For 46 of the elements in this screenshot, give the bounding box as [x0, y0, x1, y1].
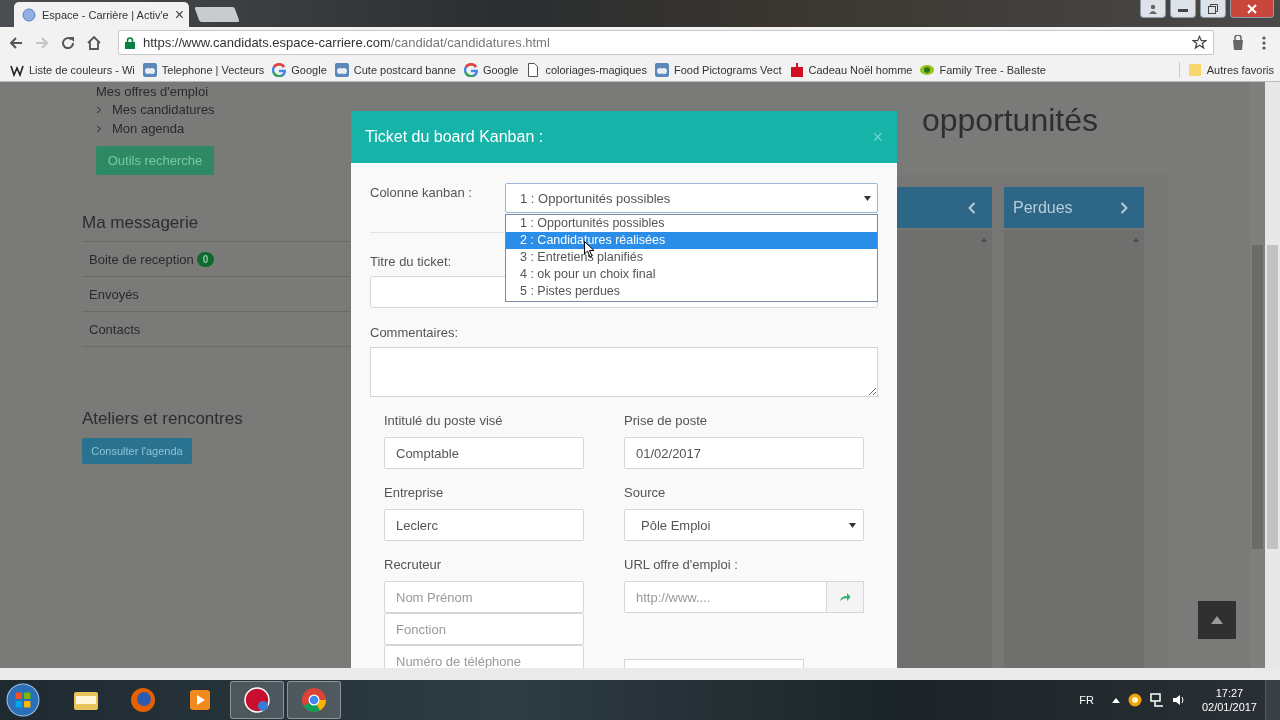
- bookmark[interactable]: Google: [272, 62, 327, 77]
- field-label: URL offre d'emploi :: [624, 557, 739, 573]
- clock[interactable]: 17:27 02/01/2017: [1201, 686, 1257, 714]
- bookmark[interactable]: Liste de couleurs - Wi: [10, 62, 135, 77]
- page-heading: opportunités: [921, 102, 1098, 139]
- field-label: Intitulé du poste visé: [384, 413, 504, 429]
- browser-tab[interactable]: Espace - Carrière | Activ'e ×: [14, 2, 189, 27]
- text-field[interactable]: Numéro de téléphone: [384, 645, 584, 668]
- text-field[interactable]: Fonction: [384, 613, 584, 645]
- close-tab-button[interactable]: ×: [174, 6, 184, 23]
- dropdown-option[interactable]: 3 : Entretiens planifiés: [506, 249, 877, 266]
- count-badge: 0: [196, 251, 215, 267]
- section-title: Ma messagerie: [82, 213, 199, 233]
- bookmark[interactable]: Food Pictograms Vect: [654, 62, 782, 77]
- field-label: Prise de poste: [624, 413, 709, 429]
- text-field[interactable]: Comptable: [384, 437, 584, 469]
- column-header: Perdues: [1004, 187, 1144, 228]
- url-text: https://www.candidats.espace-carriere.com/candidat/candidatures.html: [143, 35, 551, 50]
- source-select[interactable]: Pôle Emploi: [624, 509, 864, 541]
- field-label: Colonne kanban :: [370, 184, 473, 200]
- dropdown-option[interactable]: 4 : ok pour un choix final: [506, 266, 877, 283]
- field-label: Entreprise: [384, 485, 445, 501]
- bookmark[interactable]: Cadeau Noël homme: [789, 62, 913, 77]
- bookmark[interactable]: Cute postcard banne: [334, 62, 456, 77]
- mail-folder[interactable]: Boite de reception 0: [82, 242, 350, 277]
- section-title: Ateliers et rencontres: [82, 409, 243, 429]
- bookmark[interactable]: Google: [463, 62, 519, 77]
- bookmark[interactable]: coloriages-magiques: [526, 62, 647, 77]
- bookmark[interactable]: Telephone | Vecteurs: [142, 62, 265, 77]
- field-label: Commentaires:: [370, 325, 460, 340]
- dropdown-option[interactable]: 1 : Opportunités possibles: [506, 215, 877, 232]
- field-label: Titre du ticket:: [370, 254, 452, 269]
- bookmark[interactable]: Family Tree - Balleste: [920, 62, 1046, 77]
- bookmark-folder[interactable]: Autres favoris: [1187, 62, 1274, 77]
- column-select[interactable]: 1 : Opportunités possibles: [505, 183, 878, 213]
- url-field[interactable]: http://www....: [624, 581, 827, 613]
- field-label: Recruteur: [384, 557, 443, 573]
- language-indicator[interactable]: FR: [1079, 694, 1094, 706]
- tab-title: Espace - Carrière | Activ'e: [42, 8, 169, 21]
- date-field[interactable]: 01/02/2017: [624, 437, 864, 469]
- text-field[interactable]: Leclerc: [384, 509, 584, 541]
- field-label: Source: [624, 485, 667, 501]
- address-bar[interactable]: https://www.candidats.espace-carriere.com/candidat/candidatures.html: [118, 30, 1214, 55]
- modal-title: Ticket du board Kanban :: [365, 128, 544, 146]
- dropdown-option[interactable]: 5 : Pistes perdues: [506, 283, 877, 300]
- text-field[interactable]: Nom Prénom: [384, 581, 584, 613]
